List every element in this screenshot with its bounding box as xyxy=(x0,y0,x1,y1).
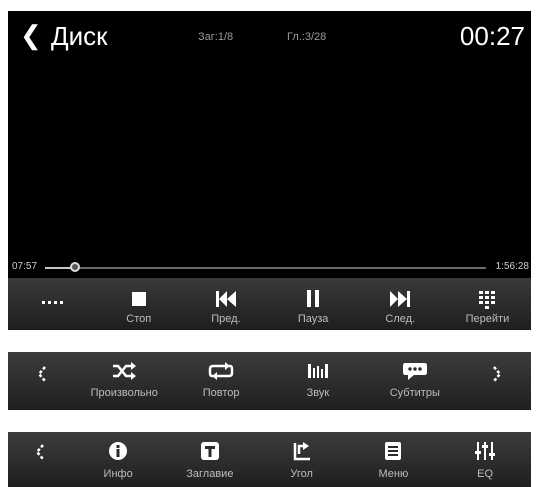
pause-icon xyxy=(270,288,357,310)
stop-button[interactable]: Стоп xyxy=(95,278,182,330)
scroll-left-button[interactable] xyxy=(8,352,76,410)
previous-label: Пред. xyxy=(211,313,241,325)
goto-button[interactable]: Перейти xyxy=(444,278,531,330)
info-button[interactable]: Инфо xyxy=(72,432,164,487)
info-icon xyxy=(72,440,164,462)
clock: 00:27 xyxy=(459,21,525,51)
seek-handle[interactable] xyxy=(69,262,80,272)
equalizer-icon xyxy=(439,440,531,462)
options-toolbar-1: Произвольно Повтор Звук Субтитры xyxy=(8,352,531,410)
angle-button[interactable]: Угол xyxy=(256,432,348,487)
angle-label: Угол xyxy=(290,468,313,480)
subtitles-button[interactable]: Субтитры xyxy=(366,352,463,410)
seek-bar[interactable]: 07:57 1:56:28 xyxy=(8,256,531,280)
title-t-icon xyxy=(164,440,256,462)
chapter-counter: Гл.:3/28 xyxy=(287,31,327,43)
subtitles-label: Субтитры xyxy=(389,387,440,399)
title-label: Заглавие xyxy=(186,468,234,480)
sound-button[interactable]: Звук xyxy=(270,352,367,410)
scroll-right-button[interactable] xyxy=(463,352,531,410)
header-bar: ❮ Диск Заг:1/8 Гл.:3/28 00:27 xyxy=(8,11,531,61)
stop-icon xyxy=(95,288,182,310)
eq-button[interactable]: EQ xyxy=(439,432,531,487)
shuffle-icon xyxy=(76,360,173,382)
repeat-button[interactable]: Повтор xyxy=(173,352,270,410)
playback-controls: Стоп Пред. Пауза След. Перейти xyxy=(8,278,531,330)
repeat-label: Повтор xyxy=(202,387,240,399)
skip-next-icon xyxy=(357,288,444,310)
pause-button[interactable]: Пауза xyxy=(270,278,357,330)
elapsed-time: 07:57 xyxy=(12,261,38,272)
title-counter: Заг:1/8 xyxy=(198,31,234,43)
more-dots-icon xyxy=(8,288,95,310)
more-button[interactable] xyxy=(8,278,95,330)
menu-list-icon xyxy=(347,440,439,462)
next-button[interactable]: След. xyxy=(357,278,444,330)
sound-label: Звук xyxy=(306,387,330,399)
audio-track-icon xyxy=(270,360,367,382)
goto-label: Перейти xyxy=(465,313,510,325)
page-title: Диск xyxy=(51,21,108,51)
shuffle-button[interactable]: Произвольно xyxy=(76,352,173,410)
stop-label: Стоп xyxy=(126,313,152,325)
video-player[interactable]: ❮ Диск Заг:1/8 Гл.:3/28 00:27 07:57 1:56… xyxy=(8,11,531,330)
info-label: Инфо xyxy=(103,468,133,480)
total-time: 1:56:28 xyxy=(495,261,529,272)
pause-label: Пауза xyxy=(297,313,329,325)
options-toolbar-2: Инфо Заглавие Угол Меню EQ xyxy=(8,432,531,487)
shuffle-label: Произвольно xyxy=(90,387,158,399)
title-button[interactable]: Заглавие xyxy=(164,432,256,487)
subtitles-bubble-icon xyxy=(366,360,463,382)
next-label: След. xyxy=(385,313,416,325)
angle-icon xyxy=(256,440,348,462)
menu-button[interactable]: Меню xyxy=(347,432,439,487)
back-icon[interactable]: ❮ xyxy=(20,21,42,49)
skip-previous-icon xyxy=(182,288,269,310)
chevron-left-icon xyxy=(8,442,72,464)
previous-button[interactable]: Пред. xyxy=(182,278,269,330)
seek-track[interactable] xyxy=(45,262,486,272)
repeat-icon xyxy=(173,360,270,382)
chevron-right-icon xyxy=(463,364,531,386)
chevron-left-icon xyxy=(8,364,76,386)
keypad-icon xyxy=(444,288,531,310)
eq-label: EQ xyxy=(477,468,494,480)
scroll-left-button-2[interactable] xyxy=(8,432,72,487)
menu-label: Меню xyxy=(378,468,409,480)
